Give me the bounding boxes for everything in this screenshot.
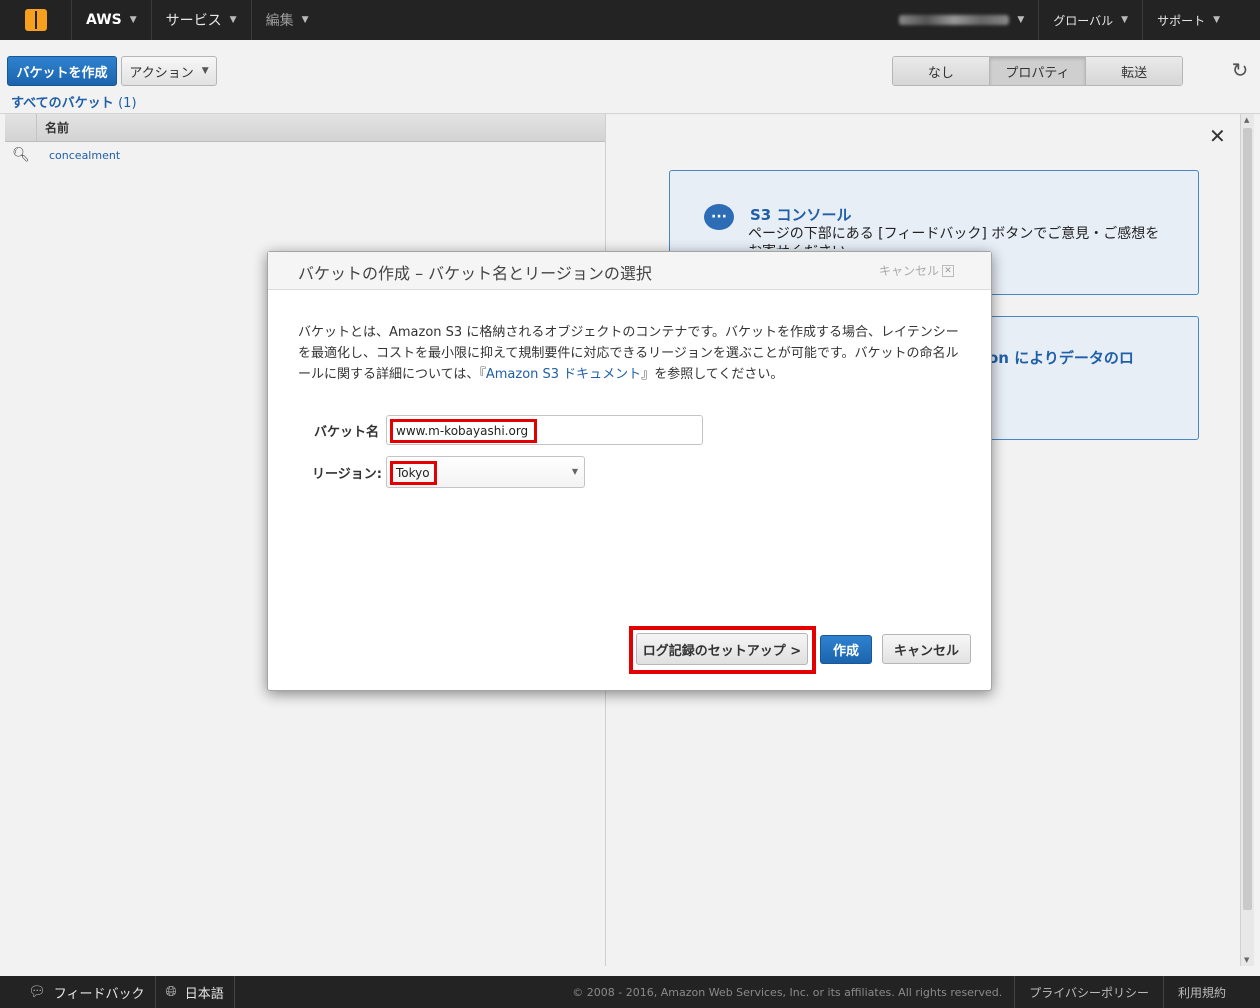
tab-none[interactable]: なし <box>893 57 990 85</box>
chat-bubble-icon: ··· <box>704 204 734 230</box>
region-label: リージョン: <box>312 467 382 482</box>
terms-link[interactable]: 利用規約 <box>1164 976 1260 1008</box>
scrollbar[interactable]: ▲ ▼ <box>1240 114 1254 966</box>
card-text: ページの下部にある [フィードバック] ボタンでご意見・ご感想をお寄せください。 <box>748 226 1160 249</box>
account-name-redacted <box>899 15 1010 25</box>
dialog-description: バケットとは、Amazon S3 に格納されるオブジェクトのコンテナです。バケッ… <box>298 322 964 385</box>
aws-cube-icon[interactable] <box>0 0 72 40</box>
s3-toolbar: バケットを作成 アクション ▼ なし プロパティ 転送 ↻ すべてのバケット (1… <box>0 40 1260 114</box>
support-menu[interactable]: サポート ▼ <box>1143 0 1260 40</box>
feedback-label: フィードバック <box>53 986 145 1002</box>
edit-menu[interactable]: 編集 ▼ <box>252 0 323 40</box>
bucket-name-value: www.m-kobayashi.org <box>390 419 537 443</box>
tab-properties[interactable]: プロパティ <box>989 57 1087 85</box>
table-row[interactable]: 🔍︎ concealment <box>5 142 605 168</box>
chevron-down-icon: ▼ <box>1213 15 1220 25</box>
scroll-down-icon[interactable]: ▼ <box>1244 956 1249 964</box>
support-menu-label: サポート <box>1157 13 1206 28</box>
select-column <box>5 114 37 141</box>
bucket-name-input[interactable]: www.m-kobayashi.org <box>386 415 703 445</box>
language-label: 日本語 <box>184 986 224 1002</box>
tab-transfers[interactable]: 転送 <box>1086 57 1182 85</box>
bucket-name-label: バケット名 <box>314 425 380 440</box>
region-select[interactable]: Tokyo ▼ <box>386 456 585 488</box>
region-menu[interactable]: グローバル ▼ <box>1039 0 1144 40</box>
globe-icon: 🌐︎ <box>165 984 177 1000</box>
all-buckets-label: すべてのバケット <box>11 96 114 111</box>
copyright-text: © 2008 - 2016, Amazon Web Services, Inc.… <box>572 976 1016 1008</box>
dialog-header: バケットの作成 – バケット名とリージョンの選択 キャンセル ✕ <box>268 252 991 290</box>
description-text-end: 』を参照してください。 <box>641 367 784 382</box>
feedback-button[interactable]: 💬︎ フィードバック <box>0 976 156 1008</box>
language-selector[interactable]: 🌐︎ 日本語 <box>156 976 235 1008</box>
s3-docs-link[interactable]: Amazon S3 ドキュメント <box>486 367 641 382</box>
close-icon: ✕ <box>942 264 955 277</box>
services-menu[interactable]: サービス ▼ <box>152 0 252 40</box>
close-icon[interactable]: ✕ <box>1209 124 1226 148</box>
chevron-down-icon: ▼ <box>301 15 309 25</box>
bucket-count: (1) <box>118 96 137 111</box>
chevron-down-icon: ▼ <box>1017 15 1025 25</box>
privacy-policy-link[interactable]: プライバシーポリシー <box>1015 976 1164 1008</box>
card-title: on によりデータのロ <box>988 349 1134 367</box>
account-menu[interactable]: ▼ <box>885 0 1040 40</box>
chevron-down-icon: ▼ <box>229 15 237 25</box>
top-navigation-bar: AWS ▼ サービス ▼ 編集 ▼ ▼ グローバル ▼ サポート ▼ <box>0 0 1260 40</box>
setup-logging-button[interactable]: ログ記録のセットアップ > <box>636 633 808 665</box>
actions-label: アクション <box>129 65 194 81</box>
region-value: Tokyo <box>390 461 437 485</box>
magnifier-icon[interactable]: 🔍︎ <box>5 147 37 163</box>
column-name[interactable]: 名前 <box>37 114 69 141</box>
create-bucket-button[interactable]: バケットを作成 <box>7 56 117 86</box>
card-title: S3 コンソール <box>750 206 852 224</box>
create-button[interactable]: 作成 <box>820 635 872 664</box>
dialog-cancel-label: キャンセル <box>879 264 940 278</box>
view-toggle: なし プロパティ 転送 <box>892 56 1183 86</box>
chevron-down-icon: ▼ <box>1121 15 1129 25</box>
edit-menu-label: 編集 <box>265 13 294 29</box>
actions-dropdown[interactable]: アクション ▼ <box>121 56 217 86</box>
dialog-title: バケットの作成 – バケット名とリージョンの選択 <box>298 264 652 283</box>
aws-menu[interactable]: AWS ▼ <box>72 0 152 40</box>
cancel-button[interactable]: キャンセル <box>882 634 971 664</box>
aws-menu-label: AWS <box>86 12 122 28</box>
bucket-link[interactable]: concealment <box>37 149 120 162</box>
chevron-down-icon: ▼ <box>201 66 209 76</box>
table-header: 名前 <box>5 114 605 142</box>
speech-bubble-icon: 💬︎ <box>28 984 46 1000</box>
dialog-cancel-link[interactable]: キャンセル ✕ <box>879 262 955 279</box>
region-menu-label: グローバル <box>1053 13 1114 28</box>
services-menu-label: サービス <box>165 13 222 29</box>
scroll-thumb[interactable] <box>1243 128 1252 910</box>
scroll-up-icon[interactable]: ▲ <box>1244 116 1249 124</box>
create-bucket-dialog: バケットの作成 – バケット名とリージョンの選択 キャンセル ✕ バケットとは、A… <box>267 251 992 691</box>
all-buckets-breadcrumb[interactable]: すべてのバケット (1) <box>11 92 137 111</box>
footer-bar: 💬︎ フィードバック 🌐︎ 日本語 © 2008 - 2016, Amazon We… <box>0 976 1260 1008</box>
chevron-down-icon: ▼ <box>129 15 137 25</box>
chevron-down-icon: ▼ <box>571 467 578 476</box>
refresh-icon[interactable]: ↻ <box>1228 58 1252 82</box>
